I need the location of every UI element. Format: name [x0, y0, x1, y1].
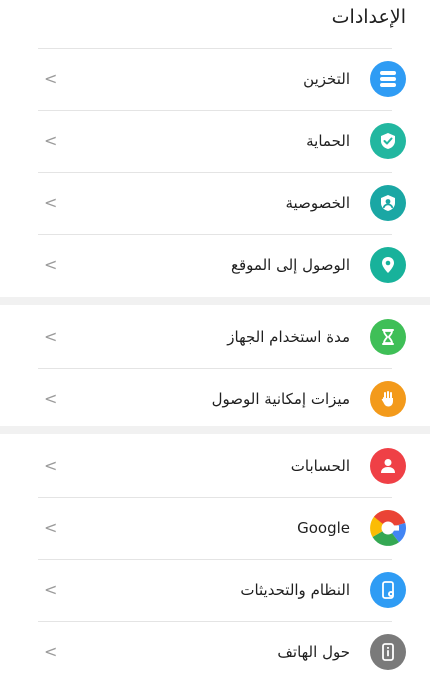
- settings-item-screen-time[interactable]: مدة استخدام الجهاز <: [0, 306, 430, 368]
- settings-item-accessibility[interactable]: ميزات إمكانية الوصول <: [0, 368, 430, 430]
- settings-item-storage[interactable]: التخزين <: [0, 48, 430, 110]
- settings-item-label: Google: [297, 519, 350, 537]
- chevron-left-icon: <: [44, 642, 58, 661]
- settings-item-label: مدة استخدام الجهاز: [227, 328, 350, 346]
- shield-check-icon: [370, 123, 406, 159]
- settings-item-privacy[interactable]: الخصوصية <: [0, 172, 430, 234]
- settings-group-security: التخزين < الحماية < الخصوصية < الوصول إل…: [0, 48, 430, 296]
- settings-item-about-phone[interactable]: حول الهاتف <: [0, 621, 430, 683]
- settings-item-label: التخزين: [303, 70, 350, 88]
- settings-item-google[interactable]: Google <: [0, 497, 430, 559]
- settings-item-system-updates[interactable]: النظام والتحديثات <: [0, 559, 430, 621]
- settings-item-label: الوصول إلى الموقع: [231, 256, 350, 274]
- hourglass-icon: [370, 319, 406, 355]
- chevron-left-icon: <: [44, 327, 58, 346]
- google-icon: [370, 510, 406, 546]
- chevron-left-icon: <: [44, 389, 58, 408]
- hand-icon: [370, 381, 406, 417]
- chevron-left-icon: <: [44, 518, 58, 537]
- chevron-left-icon: <: [44, 131, 58, 150]
- settings-group-usage: مدة استخدام الجهاز < ميزات إمكانية الوصو…: [0, 306, 430, 430]
- settings-item-label: النظام والتحديثات: [240, 581, 350, 599]
- chevron-left-icon: <: [44, 255, 58, 274]
- settings-item-label: ميزات إمكانية الوصول: [211, 390, 350, 408]
- person-icon: [370, 448, 406, 484]
- section-separator: [0, 426, 430, 434]
- settings-item-label: الحماية: [306, 132, 350, 150]
- settings-item-label: الخصوصية: [285, 194, 350, 212]
- chevron-left-icon: <: [44, 456, 58, 475]
- section-separator: [0, 297, 430, 305]
- storage-icon: [370, 61, 406, 97]
- settings-item-accounts[interactable]: الحسابات <: [0, 435, 430, 497]
- settings-item-label: حول الهاتف: [277, 643, 350, 661]
- chevron-left-icon: <: [44, 193, 58, 212]
- location-pin-icon: [370, 247, 406, 283]
- settings-item-label: الحسابات: [290, 457, 350, 475]
- settings-item-security[interactable]: الحماية <: [0, 110, 430, 172]
- system-update-icon: [370, 572, 406, 608]
- page-title: الإعدادات: [331, 6, 406, 28]
- settings-group-system: الحسابات < Google < النظام والتحديثات < …: [0, 435, 430, 683]
- phone-info-icon: [370, 634, 406, 670]
- privacy-icon: [370, 185, 406, 221]
- chevron-left-icon: <: [44, 69, 58, 88]
- chevron-left-icon: <: [44, 580, 58, 599]
- settings-item-location[interactable]: الوصول إلى الموقع <: [0, 234, 430, 296]
